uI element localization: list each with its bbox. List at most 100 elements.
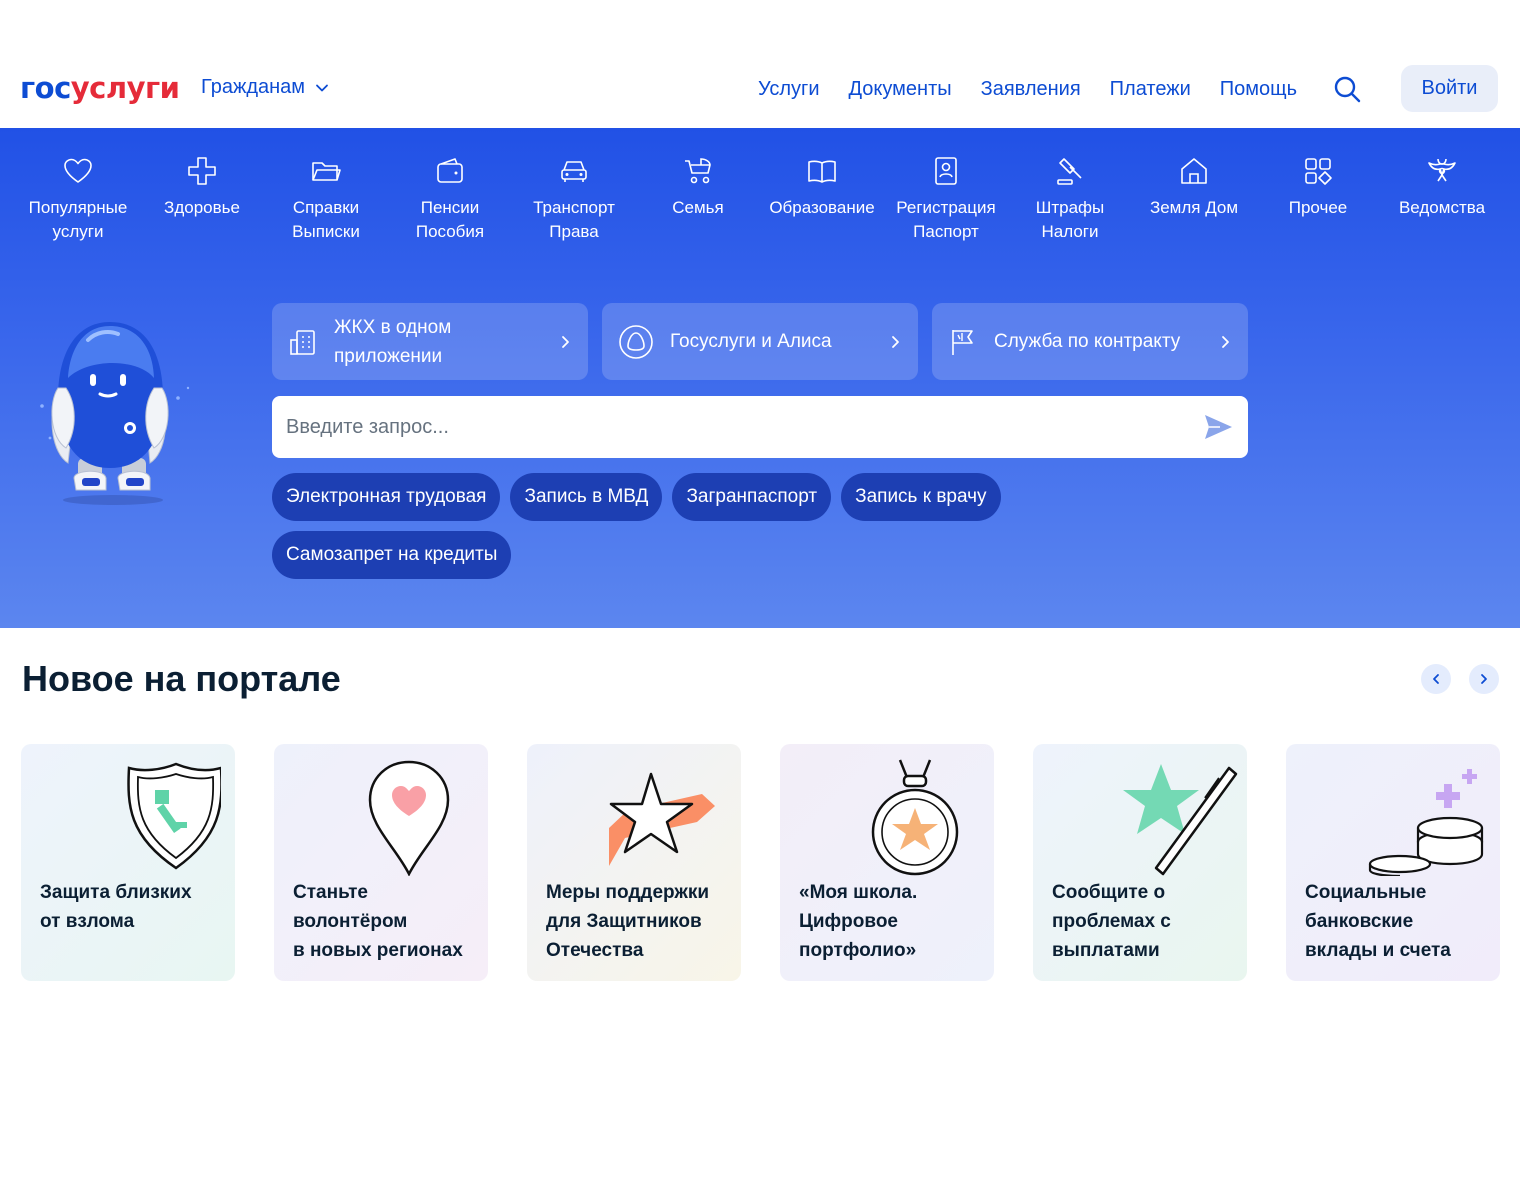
folder-icon xyxy=(312,162,341,181)
news-card-title: Сообщите о проблемах с выплатами xyxy=(1052,882,1171,961)
chip-electronic-workbook[interactable]: Электронная трудовая xyxy=(272,473,501,521)
category-agencies[interactable]: Ведомства xyxy=(1380,150,1504,244)
alice-icon xyxy=(619,324,653,359)
chevron-right-icon xyxy=(562,335,569,348)
category-label: Семья xyxy=(672,198,724,217)
chip-foreign-passport[interactable]: Загранпаспорт xyxy=(672,473,832,521)
chevron-right-icon xyxy=(892,335,899,348)
category-transport[interactable]: Транспорт Права xyxy=(512,150,636,244)
id-card-icon xyxy=(935,157,957,185)
hero-section: Популярные услуги Здоровье Справки Выпис… xyxy=(0,128,1520,628)
category-registration[interactable]: Регистрация Паспорт xyxy=(884,150,1008,244)
stroller-icon xyxy=(685,158,711,184)
category-label: Транспорт Права xyxy=(533,198,615,241)
medal-illustration xyxy=(871,759,959,876)
news-cards: Защита близких от взлома Станьте волонтё… xyxy=(21,744,1500,981)
nav-help[interactable]: Помощь xyxy=(1220,76,1297,102)
house-icon xyxy=(1181,158,1207,184)
star-pen-illustration xyxy=(1123,764,1238,876)
search-input[interactable] xyxy=(286,415,1202,439)
promo-housing-app[interactable]: ЖКХ в одном приложении xyxy=(272,303,588,380)
eagle-icon xyxy=(1428,158,1456,182)
nav-documents[interactable]: Документы xyxy=(849,76,952,102)
category-label: Популярные услуги xyxy=(28,198,128,241)
audience-selector[interactable]: Гражданам xyxy=(201,76,329,99)
category-land-house[interactable]: Земля Дом xyxy=(1132,150,1256,244)
category-label: Справки Выписки xyxy=(292,198,360,241)
chevron-left-icon xyxy=(1433,674,1439,684)
login-button[interactable]: Войти xyxy=(1401,65,1498,112)
category-label: Ведомства xyxy=(1398,198,1486,217)
news-card-social-deposits[interactable]: Социальные банковские вклады и счета xyxy=(1286,744,1500,981)
category-fines[interactable]: Штрафы Налоги xyxy=(1008,150,1132,244)
promo-contract-service[interactable]: Служба по контракту xyxy=(932,303,1248,380)
nav-services[interactable]: Услуги xyxy=(758,76,820,102)
send-arrow-icon[interactable] xyxy=(1202,411,1234,443)
shield-key-illustration xyxy=(127,762,221,870)
category-label: Земля Дом xyxy=(1149,198,1239,217)
news-card-volunteer[interactable]: Станьте волонтёром в новых регионах xyxy=(274,744,488,981)
news-card-title: Станьте волонтёром в новых регионах xyxy=(293,882,463,961)
book-icon xyxy=(808,160,836,183)
category-certificates[interactable]: Справки Выписки xyxy=(264,150,388,244)
carousel-prev-button[interactable] xyxy=(1421,664,1451,694)
category-bar: Популярные услуги Здоровье Справки Выпис… xyxy=(16,150,1504,244)
promo-banners: ЖКХ в одном приложении Госуслуги и Алиса… xyxy=(272,303,1248,380)
chip-mvd-appointment[interactable]: Запись в МВД xyxy=(510,473,663,521)
logo-part-uslugi: услуги xyxy=(70,71,180,105)
top-navigation: Услуги Документы Заявления Платежи Помощ… xyxy=(758,76,1297,102)
category-label: Образование xyxy=(769,198,875,217)
category-education[interactable]: Образование xyxy=(760,150,884,244)
search-bar xyxy=(272,396,1248,458)
coins-illustration xyxy=(1368,769,1484,876)
news-card-report-payments[interactable]: Сообщите о проблемах с выплатами xyxy=(1033,744,1247,981)
map-pin-heart-illustration xyxy=(368,760,450,876)
chevron-right-icon xyxy=(1222,335,1229,348)
audience-label: Гражданам xyxy=(201,76,306,98)
chip-doctor-appointment[interactable]: Запись к врачу xyxy=(841,473,1001,521)
quick-chips: Электронная трудовая Запись в МВД Загран… xyxy=(272,473,1072,579)
category-label: Здоровье xyxy=(164,198,240,217)
car-icon xyxy=(561,161,587,182)
wallet-icon xyxy=(437,158,463,183)
promo-label: Служба по контракту xyxy=(994,331,1181,352)
category-label: Прочее xyxy=(1288,198,1348,217)
news-section-title: Новое на портале xyxy=(22,658,341,699)
nav-applications[interactable]: Заявления xyxy=(981,76,1081,102)
star-ribbon-illustration xyxy=(609,772,715,866)
category-family[interactable]: Семья xyxy=(636,150,760,244)
news-card-protect-relatives[interactable]: Защита близких от взлома xyxy=(21,744,235,981)
category-pensions[interactable]: Пенсии Пособия xyxy=(388,150,512,244)
medical-cross-icon xyxy=(188,157,216,185)
category-label: Регистрация Паспорт xyxy=(896,198,996,241)
news-card-school-portfolio[interactable]: «Моя школа. Цифровое портфолио» xyxy=(780,744,994,981)
promo-label: ЖКХ в одном приложении xyxy=(334,316,452,367)
news-card-title: Защита близких от взлома xyxy=(40,882,192,932)
gavel-icon xyxy=(1057,158,1082,185)
category-health[interactable]: Здоровье xyxy=(140,150,264,244)
logo-part-gos: гос xyxy=(20,71,71,105)
news-card-defenders-support[interactable]: Меры поддержки для Защитников Отечества xyxy=(527,744,741,981)
news-card-title: Социальные банковские вклады и счета xyxy=(1305,882,1451,961)
carousel-next-button[interactable] xyxy=(1469,664,1499,694)
building-icon xyxy=(290,329,315,355)
search-icon[interactable] xyxy=(1332,74,1362,104)
chevron-down-icon xyxy=(316,84,328,91)
category-other[interactable]: Прочее xyxy=(1256,150,1380,244)
category-label: Штрафы Налоги xyxy=(1035,198,1105,241)
robot-mascot-illustration xyxy=(40,322,190,505)
gosuslugi-logo[interactable]: госуслуги xyxy=(20,70,180,106)
promo-label: Госуслуги и Алиса xyxy=(670,331,832,352)
nav-payments[interactable]: Платежи xyxy=(1110,76,1191,102)
site-header: госуслуги Гражданам Услуги Документы Зая… xyxy=(0,0,1520,128)
news-card-title: «Моя школа. Цифровое портфолио» xyxy=(799,882,918,961)
grid-icon xyxy=(1305,158,1332,185)
category-popular[interactable]: Популярные услуги xyxy=(16,150,140,244)
chevron-right-icon xyxy=(1481,674,1487,684)
heart-icon xyxy=(64,158,92,183)
news-card-title: Меры поддержки для Защитников Отечества xyxy=(546,882,710,961)
chip-credit-ban[interactable]: Самозапрет на кредиты xyxy=(272,531,512,579)
category-label: Пенсии Пособия xyxy=(415,198,485,241)
promo-alice[interactable]: Госуслуги и Алиса xyxy=(602,303,918,380)
flag-icon xyxy=(952,329,973,355)
